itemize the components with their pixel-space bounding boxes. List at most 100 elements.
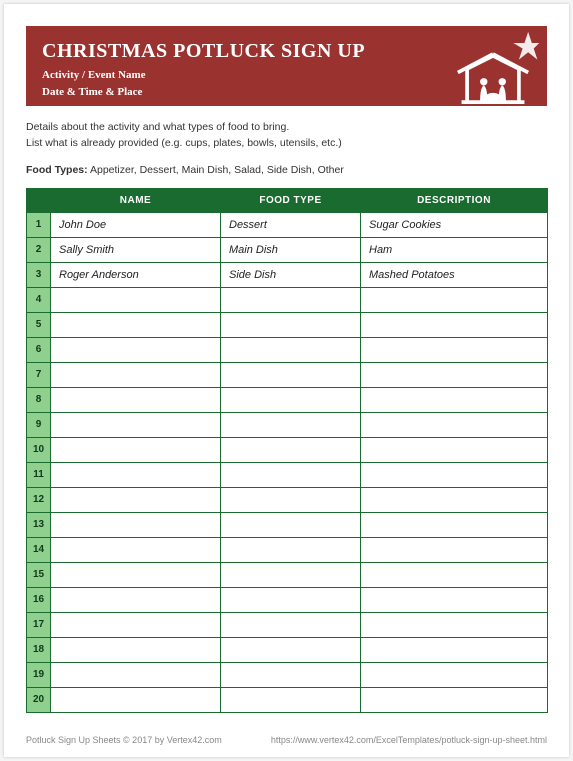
signup-table: NAME FOOD TYPE DESCRIPTION 1John DoeDess… — [26, 188, 548, 713]
table-row: 10 — [27, 437, 548, 462]
cell-food-type[interactable]: Main Dish — [221, 237, 361, 262]
cell-description[interactable]: Sugar Cookies — [361, 212, 548, 237]
cell-description[interactable] — [361, 662, 548, 687]
document-page: CHRISTMAS POTLUCK SIGN UP Activity / Eve… — [4, 4, 569, 757]
row-number: 10 — [27, 437, 51, 462]
footer-url: https://www.vertex42.com/ExcelTemplates/… — [271, 735, 547, 745]
table-row: 4 — [27, 287, 548, 312]
cell-name[interactable]: Sally Smith — [51, 237, 221, 262]
header-food-type: FOOD TYPE — [221, 188, 361, 212]
cell-name[interactable]: Roger Anderson — [51, 262, 221, 287]
cell-description[interactable] — [361, 512, 548, 537]
cell-food-type[interactable] — [221, 562, 361, 587]
cell-description[interactable] — [361, 487, 548, 512]
cell-food-type[interactable] — [221, 487, 361, 512]
cell-food-type[interactable] — [221, 337, 361, 362]
cell-description[interactable] — [361, 687, 548, 712]
cell-name[interactable] — [51, 437, 221, 462]
cell-description[interactable] — [361, 387, 548, 412]
row-number: 9 — [27, 412, 51, 437]
cell-food-type[interactable] — [221, 362, 361, 387]
cell-name[interactable] — [51, 287, 221, 312]
cell-food-type[interactable] — [221, 537, 361, 562]
cell-food-type[interactable] — [221, 637, 361, 662]
table-row: 1John DoeDessertSugar Cookies — [27, 212, 548, 237]
cell-description[interactable] — [361, 537, 548, 562]
cell-description[interactable] — [361, 312, 548, 337]
cell-description[interactable] — [361, 337, 548, 362]
row-number: 15 — [27, 562, 51, 587]
table-row: 7 — [27, 362, 548, 387]
cell-food-type[interactable] — [221, 312, 361, 337]
cell-name[interactable] — [51, 362, 221, 387]
cell-food-type[interactable] — [221, 462, 361, 487]
cell-name[interactable] — [51, 462, 221, 487]
cell-name[interactable] — [51, 512, 221, 537]
cell-description[interactable] — [361, 562, 548, 587]
cell-name[interactable] — [51, 337, 221, 362]
row-number: 16 — [27, 587, 51, 612]
cell-description[interactable] — [361, 437, 548, 462]
cell-name[interactable] — [51, 662, 221, 687]
cell-food-type[interactable]: Side Dish — [221, 262, 361, 287]
food-types-line: Food Types: Appetizer, Dessert, Main Dis… — [26, 164, 547, 176]
table-row: 11 — [27, 462, 548, 487]
cell-description[interactable] — [361, 587, 548, 612]
cell-description[interactable]: Ham — [361, 237, 548, 262]
row-number: 20 — [27, 687, 51, 712]
header-number — [27, 188, 51, 212]
cell-food-type[interactable]: Dessert — [221, 212, 361, 237]
cell-food-type[interactable] — [221, 662, 361, 687]
cell-food-type[interactable] — [221, 387, 361, 412]
table-row: 16 — [27, 587, 548, 612]
cell-description[interactable] — [361, 462, 548, 487]
row-number: 12 — [27, 487, 51, 512]
table-row: 19 — [27, 662, 548, 687]
cell-food-type[interactable] — [221, 687, 361, 712]
row-number: 5 — [27, 312, 51, 337]
table-row: 9 — [27, 412, 548, 437]
intro-line-2: List what is already provided (e.g. cups… — [26, 136, 547, 152]
cell-food-type[interactable] — [221, 512, 361, 537]
table-row: 15 — [27, 562, 548, 587]
food-types-label: Food Types: — [26, 164, 88, 176]
cell-description[interactable] — [361, 637, 548, 662]
row-number: 14 — [27, 537, 51, 562]
row-number: 19 — [27, 662, 51, 687]
cell-name[interactable] — [51, 562, 221, 587]
cell-name[interactable] — [51, 612, 221, 637]
cell-food-type[interactable] — [221, 412, 361, 437]
cell-food-type[interactable] — [221, 437, 361, 462]
cell-name[interactable] — [51, 312, 221, 337]
cell-food-type[interactable] — [221, 287, 361, 312]
cell-description[interactable] — [361, 287, 548, 312]
nativity-icon — [445, 30, 541, 104]
cell-food-type[interactable] — [221, 612, 361, 637]
cell-name[interactable] — [51, 387, 221, 412]
cell-description[interactable] — [361, 412, 548, 437]
cell-name[interactable] — [51, 687, 221, 712]
footer: Potluck Sign Up Sheets © 2017 by Vertex4… — [26, 735, 547, 745]
row-number: 18 — [27, 637, 51, 662]
cell-name[interactable] — [51, 487, 221, 512]
cell-description[interactable]: Mashed Potatoes — [361, 262, 548, 287]
cell-name[interactable] — [51, 637, 221, 662]
row-number: 7 — [27, 362, 51, 387]
cell-name[interactable] — [51, 537, 221, 562]
footer-copyright: Potluck Sign Up Sheets © 2017 by Vertex4… — [26, 735, 222, 745]
cell-description[interactable] — [361, 612, 548, 637]
row-number: 8 — [27, 387, 51, 412]
intro-line-1: Details about the activity and what type… — [26, 120, 547, 136]
header-name: NAME — [51, 188, 221, 212]
row-number: 3 — [27, 262, 51, 287]
table-row: 18 — [27, 637, 548, 662]
cell-name[interactable] — [51, 587, 221, 612]
cell-food-type[interactable] — [221, 587, 361, 612]
table-row: 5 — [27, 312, 548, 337]
cell-name[interactable]: John Doe — [51, 212, 221, 237]
row-number: 13 — [27, 512, 51, 537]
row-number: 17 — [27, 612, 51, 637]
header-banner: CHRISTMAS POTLUCK SIGN UP Activity / Eve… — [26, 26, 547, 106]
cell-description[interactable] — [361, 362, 548, 387]
cell-name[interactable] — [51, 412, 221, 437]
